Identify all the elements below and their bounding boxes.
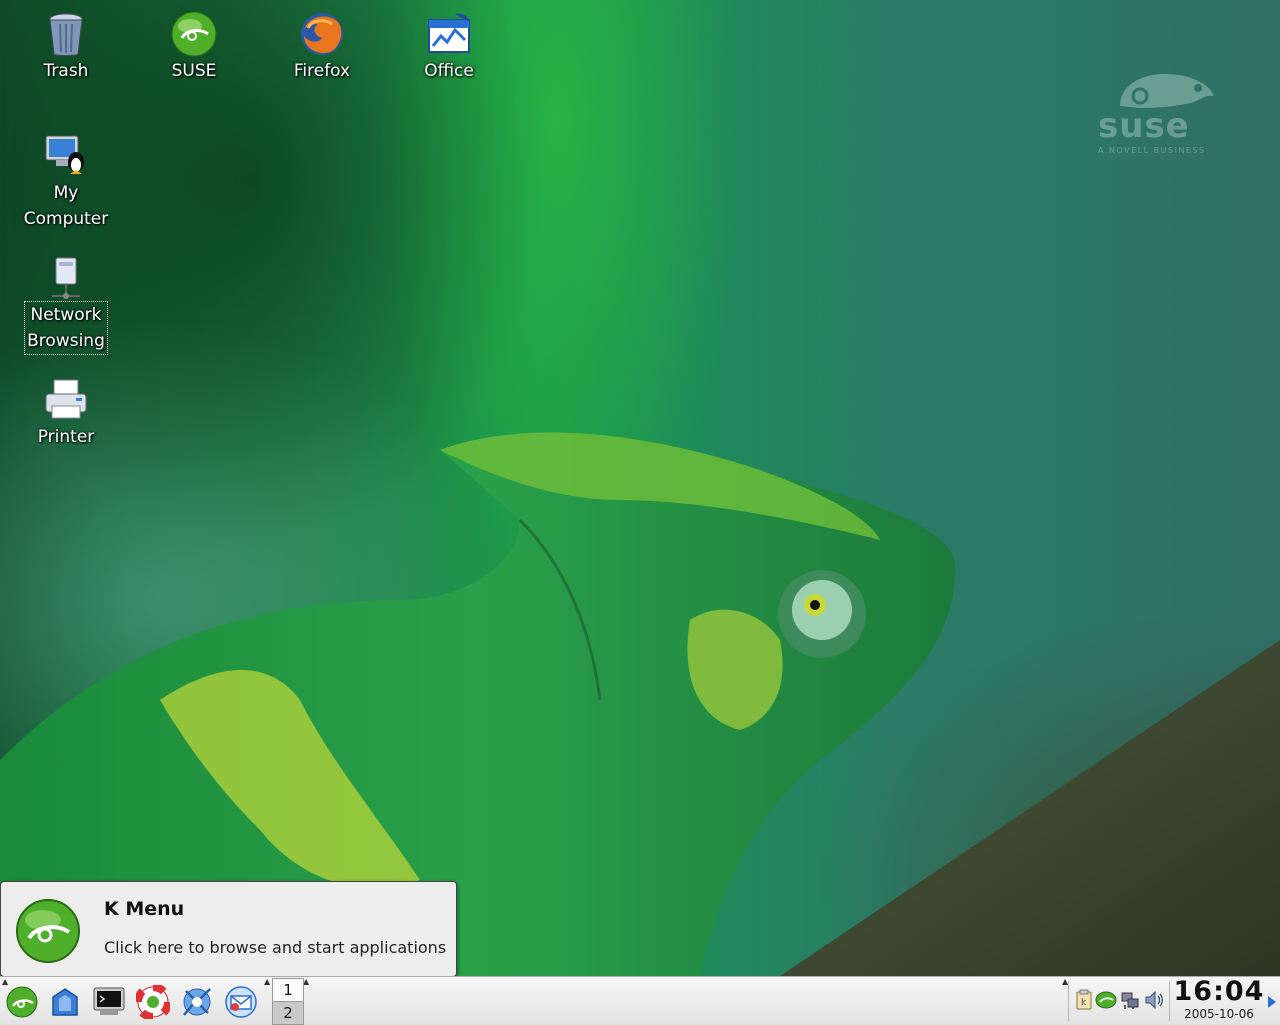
- desktop-icon-label: SUSE: [171, 61, 217, 81]
- konqueror-icon: [183, 988, 211, 1016]
- suse-updater-icon[interactable]: [1095, 989, 1117, 1011]
- desktop-icon-label: Network Browsing: [24, 301, 108, 355]
- desktop-icon-label: Trash: [43, 61, 89, 81]
- volume-icon[interactable]: [1143, 989, 1165, 1011]
- clock-time: 16:04: [1173, 976, 1265, 1007]
- network-browsing-icon: [52, 257, 80, 299]
- pager-handle[interactable]: ▲: [264, 978, 270, 986]
- printer-icon: [45, 379, 87, 419]
- desktop-pager: 1 2: [272, 978, 304, 1025]
- kmenu-tooltip: K Menu Click here to browse and start ap…: [0, 881, 457, 977]
- desktop-icon-firefox[interactable]: Firefox: [270, 4, 374, 84]
- mail-icon: [225, 986, 257, 1018]
- suse-brand-word: suse: [1098, 106, 1190, 146]
- desktop[interactable]: suse A NOVELL BUSINESS Trash SUSE Firefo…: [0, 0, 1280, 976]
- network-icon[interactable]: [1119, 989, 1141, 1011]
- firefox-icon: [301, 13, 343, 55]
- terminal-button[interactable]: [89, 982, 129, 1022]
- desktop-icon-suse[interactable]: SUSE: [142, 4, 246, 84]
- klipper-icon[interactable]: k: [1073, 989, 1095, 1011]
- kmenu-icon: [6, 986, 38, 1018]
- desktop-icon-network-browsing[interactable]: Network Browsing: [14, 248, 118, 355]
- terminal-icon: [93, 987, 125, 1015]
- clock-date: 2005-10-06: [1184, 1007, 1254, 1021]
- suse-brand-watermark: suse A NOVELL BUSINESS: [1090, 66, 1220, 166]
- pager-desktop-1[interactable]: 1: [272, 978, 304, 1002]
- home-folder-button[interactable]: [45, 982, 85, 1022]
- konqueror-button[interactable]: [177, 982, 217, 1022]
- help-button[interactable]: [133, 982, 173, 1022]
- my-computer-icon: [45, 135, 84, 174]
- system-tray: k: [1068, 981, 1170, 1021]
- help-lifebuoy-icon: [136, 985, 170, 1019]
- suse-brand-tagline: A NOVELL BUSINESS: [1098, 146, 1206, 155]
- mail-button[interactable]: [221, 982, 261, 1022]
- panel-clock[interactable]: 16:04 2005-10-06: [1172, 977, 1266, 1023]
- tooltip-text: Click here to browse and start applicati…: [104, 938, 447, 957]
- pager-desktop-2[interactable]: 2: [272, 1002, 304, 1025]
- panel-hide-arrow-icon[interactable]: [1268, 996, 1276, 1008]
- svg-text:k: k: [1081, 998, 1087, 1008]
- trash-icon: [49, 13, 83, 56]
- desktop-icon-trash[interactable]: Trash: [14, 4, 118, 84]
- suse-icon: [171, 11, 217, 57]
- desktop-icon-office[interactable]: Office: [397, 4, 501, 84]
- kmenu-icon: [16, 899, 80, 963]
- tooltip-title: K Menu: [104, 898, 185, 920]
- kmenu-button[interactable]: [2, 982, 42, 1022]
- desktop-icon-label: Printer: [37, 427, 95, 447]
- desktop-icon-my-computer[interactable]: My Computer: [14, 126, 118, 232]
- desktop-icon-label: Office: [424, 61, 474, 81]
- office-icon: [428, 13, 470, 53]
- wallpaper-chameleon: [0, 432, 1280, 976]
- desktop-icon-printer[interactable]: Printer: [14, 370, 118, 450]
- desktop-icon-label: My Computer: [23, 183, 109, 229]
- home-folder-icon: [52, 988, 78, 1016]
- desktop-icon-label: Firefox: [293, 61, 351, 81]
